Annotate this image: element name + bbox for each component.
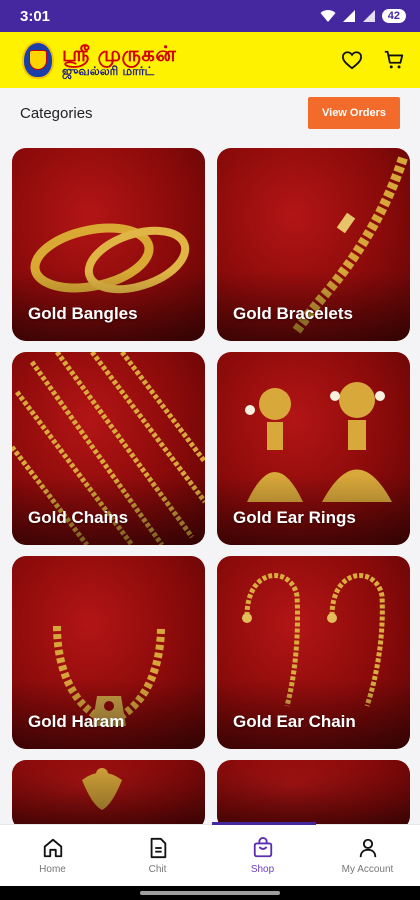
shopping-bag-icon (253, 836, 272, 857)
category-card-gold-ear-rings[interactable]: Gold Ear Rings (217, 352, 410, 545)
nav-my-account[interactable]: My Account (315, 825, 420, 886)
brand-subtitle: ஜுவல்லரி மார்ட் (62, 63, 155, 78)
signal-icon (342, 10, 355, 22)
header-actions (340, 48, 406, 72)
card-label: Gold Bracelets (233, 304, 353, 323)
categories-header: Categories View Orders (0, 88, 420, 138)
brand-title: ஸ்ரீ முருகன் (62, 41, 177, 66)
signal-icon-2 (362, 10, 375, 22)
card-label: Gold Haram (28, 712, 125, 731)
category-grid: Gold Bangles Gold Bracelets Gold Chains … (12, 148, 410, 830)
categories-title: Categories (20, 104, 93, 122)
brand-name: ஸ்ரீ முருகன் ஜுவல்லரி மார்ட் (62, 43, 176, 78)
brand-logo (22, 41, 54, 79)
card-label: Gold Chains (28, 508, 129, 527)
category-card-gold-ear-chain[interactable]: Gold Ear Chain (217, 556, 410, 749)
nav-chit[interactable]: Chit (105, 825, 210, 886)
battery-indicator: 42 (381, 9, 406, 23)
app-header: ஸ்ரீ முருகன் ஜுவல்லரி மார்ட் (0, 32, 420, 88)
nav-label: My Account (341, 863, 394, 875)
gesture-area (0, 886, 420, 900)
heart-icon (341, 51, 363, 70)
home-icon (43, 838, 62, 857)
active-tab-indicator (212, 822, 316, 825)
wishlist-button[interactable] (340, 48, 364, 72)
view-orders-button[interactable]: View Orders (308, 97, 400, 129)
status-time: 3:01 (20, 7, 51, 25)
card-label: Gold Ear Rings (233, 508, 356, 527)
bottom-navigation: Home Chit Shop My Account (0, 822, 420, 886)
status-icons: 42 (320, 9, 406, 23)
nav-shop[interactable]: Shop (210, 825, 315, 886)
nav-home[interactable]: Home (0, 825, 105, 886)
category-card-partial-1[interactable] (12, 760, 205, 830)
card-label: Gold Bangles (28, 304, 138, 323)
wifi-icon (320, 10, 336, 22)
gesture-handle[interactable] (140, 891, 280, 895)
nav-label: Shop (250, 863, 275, 875)
nav-label: Home (39, 863, 66, 875)
category-card-gold-chains[interactable]: Gold Chains (12, 352, 205, 545)
category-card-gold-bangles[interactable]: Gold Bangles (12, 148, 205, 341)
shop-screen: 3:01 42 ஸ்ரீ முருகன் ஜுவல்லரி மார்ட் Cat… (0, 0, 420, 900)
category-card-gold-bracelets[interactable]: Gold Bracelets (217, 148, 410, 341)
document-icon (150, 837, 166, 858)
cart-button[interactable] (382, 48, 406, 72)
cart-icon (384, 50, 404, 69)
status-bar: 3:01 42 (0, 0, 420, 32)
category-card-partial-2[interactable] (217, 760, 410, 830)
category-card-gold-haram[interactable]: Gold Haram (12, 556, 205, 749)
card-label: Gold Ear Chain (233, 712, 356, 731)
jewellery-image (82, 768, 122, 810)
nav-label: Chit (148, 863, 167, 875)
person-icon (359, 838, 376, 857)
